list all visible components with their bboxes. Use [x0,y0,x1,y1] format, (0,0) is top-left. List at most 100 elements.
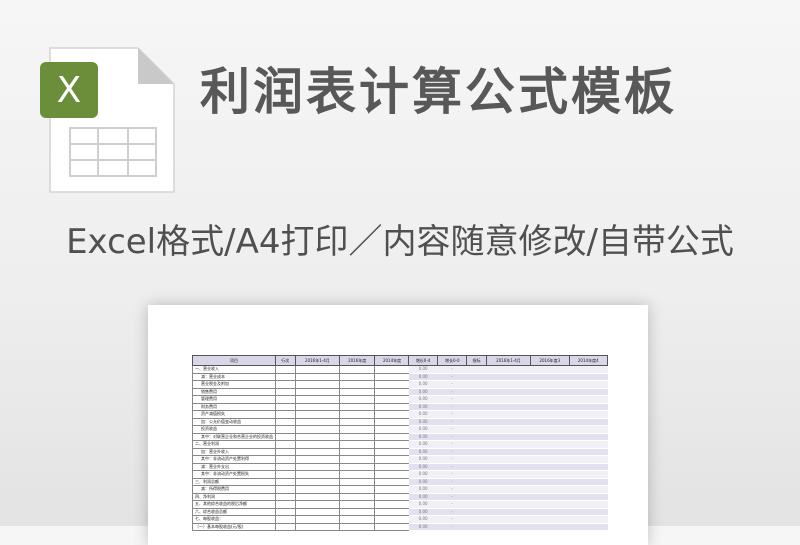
table-cell [466,448,487,456]
table-cell [339,507,376,516]
table-cell [339,455,376,464]
column-header: 2016年1-4月 [485,355,532,366]
table-cell [486,500,531,509]
table-row: 0.00- [408,395,608,404]
growth-value: - [437,455,467,464]
table-row: 0.00- [408,523,608,531]
table-row: 三、利润总额 [192,477,410,486]
table-row: （一）基本每股收益(元/股) [192,522,410,531]
table-cell [294,522,341,531]
table-cell [294,477,341,486]
table-row: 其中：对联营企业和合营企业的投资收益 [192,432,410,441]
table-cell [339,395,376,404]
table-cell [569,440,608,449]
table-row: 营业税金及附加 [192,380,410,389]
table-cell [486,403,531,411]
table-cell [486,388,531,396]
table-cell [569,433,608,441]
column-header: 2016年度 [339,355,376,366]
growth-value: - [437,478,467,486]
table-cell [374,455,410,464]
table-cell [530,365,570,374]
table-cell [486,493,531,501]
growth-value: 0.00 [408,365,438,374]
column-header: 增长0-0 [437,355,468,366]
column-header: 2016年度3 [530,355,570,366]
table-cell [569,380,608,389]
table-cell [294,365,341,374]
table-cell [294,485,341,494]
table-cell [569,410,608,419]
table-cell [530,373,570,381]
growth-value: - [437,395,467,404]
table-cell [275,432,296,441]
table-cell [569,418,608,426]
table-cell [294,515,341,524]
table-cell [294,402,341,411]
table-cell [339,470,376,479]
growth-value: - [437,493,467,501]
growth-value: 0.00 [408,515,438,524]
table-cell [466,485,487,494]
table-cell [374,425,410,434]
table-cell [569,365,608,374]
table-cell [275,455,296,464]
growth-value: - [437,463,467,471]
growth-value: - [437,433,467,441]
column-header: 2016年1-4月 [294,355,341,366]
table-cell [466,478,487,486]
table-cell [374,507,410,516]
table-cell [486,485,531,494]
table-cell [275,372,296,381]
growth-value: 0.00 [408,508,438,516]
row-label: 财务费用 [192,402,276,411]
row-label: 营业税金及附加 [192,380,276,389]
table-cell [466,455,487,464]
table-cell [466,365,487,374]
growth-value: 0.00 [408,478,438,486]
table-cell [275,500,296,509]
table-cell [294,395,341,404]
growth-value: 0.00 [408,500,438,509]
table-cell [569,455,608,464]
table-cell [569,388,608,396]
table-cell [569,478,608,486]
table-cell [275,387,296,396]
table-cell [530,425,570,434]
table-cell [466,410,487,419]
table-cell [339,447,376,456]
table-cell [339,380,376,389]
table-row: 七、每股收益： [192,515,410,524]
row-label: （一）基本每股收益(元/股) [192,522,276,531]
excel-file-icon: X [40,47,175,193]
table-row: 加：公允价值变动收益 [192,417,410,426]
row-label: 二、营业利润 [192,440,276,449]
column-header: 2014年度 [374,355,410,366]
growth-value: 0.00 [408,448,438,456]
growth-value: - [437,418,467,426]
table-row: 0.00- [408,485,608,494]
table-cell [466,425,487,434]
table-cell [569,508,608,516]
growth-value: - [437,403,467,411]
table-cell [294,470,341,479]
table-cell [486,380,531,389]
table-cell [294,417,341,426]
growth-value: - [437,508,467,516]
table-cell [530,523,570,531]
table-row: 0.00- [408,515,608,524]
growth-value: 0.00 [408,440,438,449]
table-row: 0.00- [408,410,608,419]
table-cell [530,448,570,456]
table-cell [530,485,570,494]
table-cell [569,463,608,471]
table-row: 销售费用 [192,387,410,396]
growth-value: 0.00 [408,373,438,381]
table-row: 资产减值损失 [192,410,410,419]
table-row: 0.00- [408,425,608,434]
table-cell [486,410,531,419]
table-row: 0.00- [408,478,608,486]
growth-value: - [437,425,467,434]
table-cell [530,470,570,479]
table-cell [339,440,376,449]
